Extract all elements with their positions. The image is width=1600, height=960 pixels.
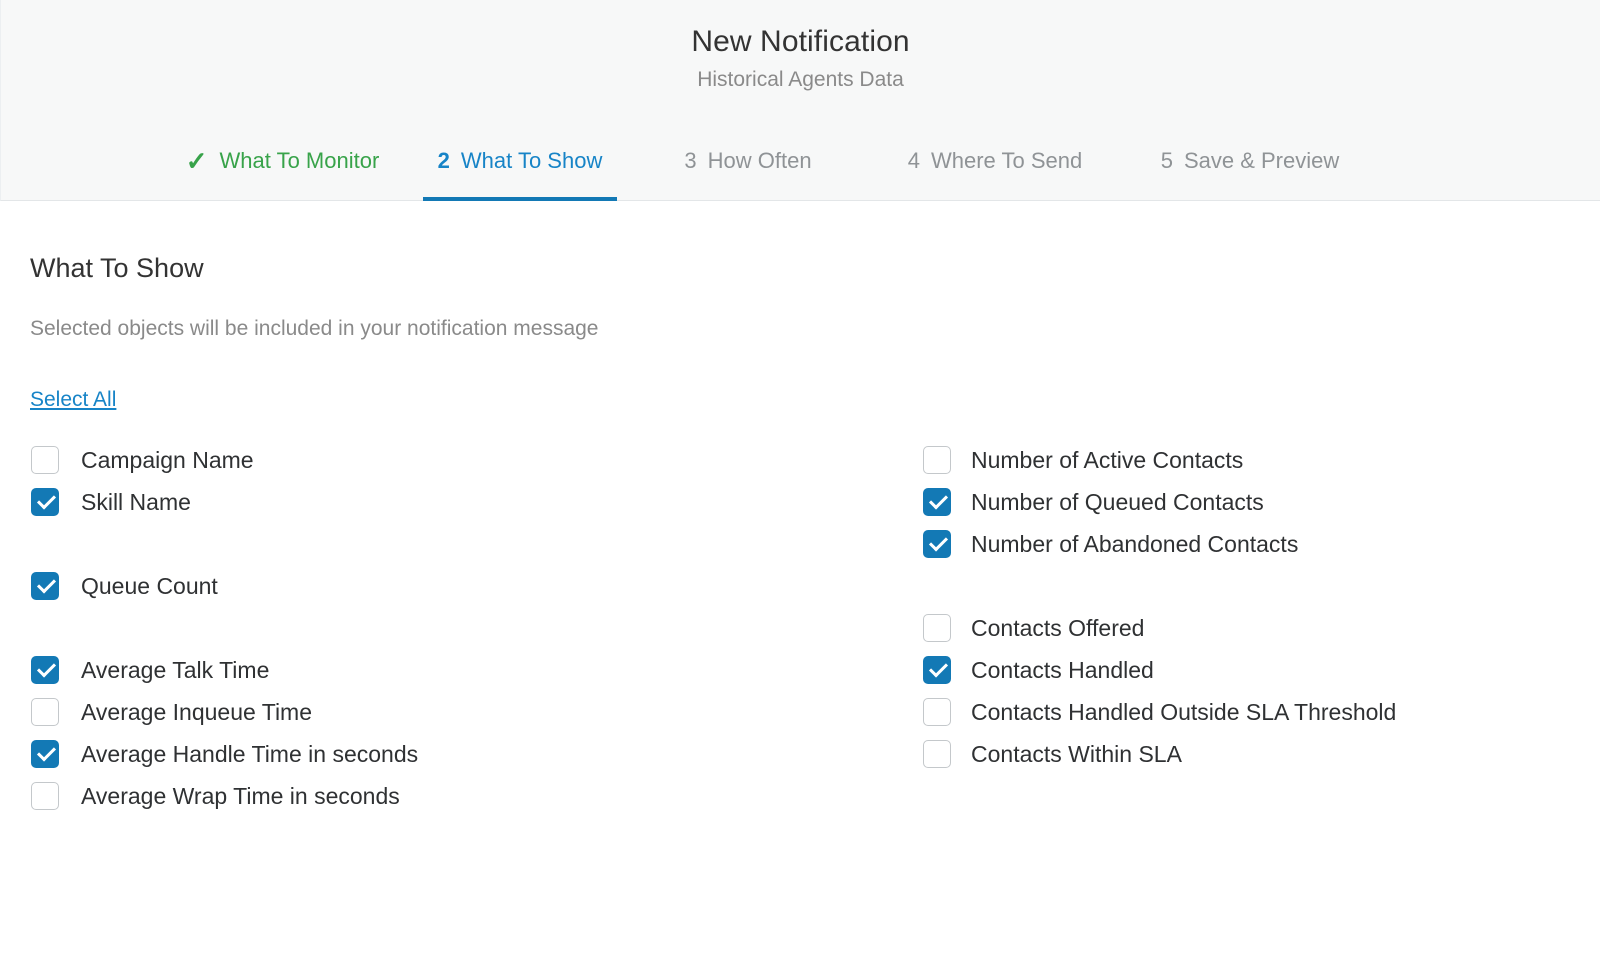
- checkmark-icon: [928, 658, 949, 678]
- checkbox-row-average-talk-time[interactable]: Average Talk Time: [31, 649, 921, 691]
- checkbox-row-queue-count[interactable]: Queue Count: [31, 565, 921, 607]
- checkbox-unchecked-icon[interactable]: [31, 446, 59, 474]
- new-notification-wizard: New Notification Historical Agents Data …: [0, 0, 1600, 960]
- wizard-header: New Notification Historical Agents Data …: [0, 0, 1600, 201]
- checkbox-row-number-of-active-contacts[interactable]: Number of Active Contacts: [923, 439, 1583, 481]
- checkbox-group: Campaign Name Skill Name: [31, 439, 921, 523]
- step-how-often[interactable]: 3 How Often: [626, 122, 870, 200]
- step-number: 3: [684, 148, 697, 173]
- checkbox-label: Contacts Offered: [971, 615, 1145, 641]
- step-label: What To Monitor: [219, 148, 380, 173]
- wizard-step-nav: ✓ What To Monitor 2 What To Show 3 How O…: [1, 122, 1600, 201]
- check-icon: ✓: [185, 146, 208, 176]
- checkbox-row-number-of-abandoned-contacts[interactable]: Number of Abandoned Contacts: [923, 523, 1583, 565]
- checkbox-group: Contacts Offered Contacts Handled Contacts…: [923, 607, 1583, 775]
- checkbox-checked-icon[interactable]: [923, 488, 951, 516]
- checkbox-label: Queue Count: [81, 573, 218, 599]
- checkbox-checked-icon[interactable]: [31, 488, 59, 516]
- checkbox-checked-icon[interactable]: [31, 656, 59, 684]
- checkbox-label: Contacts Within SLA: [971, 741, 1182, 767]
- checkbox-label: Average Wrap Time in seconds: [81, 783, 400, 809]
- checkbox-label: Number of Queued Contacts: [971, 489, 1264, 515]
- checkbox-row-number-of-queued-contacts[interactable]: Number of Queued Contacts: [923, 481, 1583, 523]
- checkbox-label: Contacts Handled Outside SLA Threshold: [971, 699, 1397, 725]
- checkbox-checked-icon[interactable]: [923, 656, 951, 684]
- checkbox-row-average-wrap-time-in-seconds[interactable]: Average Wrap Time in seconds: [31, 775, 921, 817]
- step-label: What To Show: [460, 148, 603, 173]
- step-label: How Often: [707, 148, 812, 173]
- checkbox-label: Average Talk Time: [81, 657, 270, 683]
- step-label: Save & Preview: [1183, 148, 1340, 173]
- step-what-to-show[interactable]: 2 What To Show: [414, 122, 626, 201]
- checkmark-icon: [928, 532, 949, 552]
- checkbox-unchecked-icon[interactable]: [923, 740, 951, 768]
- checkbox-label: Number of Abandoned Contacts: [971, 531, 1299, 557]
- step-number: 2: [437, 148, 450, 173]
- checkbox-label: Campaign Name: [81, 447, 254, 473]
- checkbox-row-contacts-handled[interactable]: Contacts Handled: [923, 649, 1583, 691]
- checkmark-icon: [36, 658, 57, 678]
- left-checkbox-column: Campaign Name Skill Name Queue Count Averag…: [30, 439, 921, 817]
- step-what-to-monitor[interactable]: ✓ What To Monitor: [151, 122, 414, 200]
- select-all-link[interactable]: Select All: [30, 387, 116, 413]
- section-description: Selected objects will be included in you…: [30, 317, 599, 340]
- checkbox-label: Number of Active Contacts: [971, 447, 1244, 473]
- checkbox-unchecked-icon[interactable]: [923, 698, 951, 726]
- checkmark-icon: [36, 490, 57, 510]
- checkbox-row-contacts-handled-outside-sla-threshold[interactable]: Contacts Handled Outside SLA Threshold: [923, 691, 1583, 733]
- checkbox-unchecked-icon[interactable]: [31, 698, 59, 726]
- checkbox-label: Contacts Handled: [971, 657, 1154, 683]
- checkbox-row-skill-name[interactable]: Skill Name: [31, 481, 921, 523]
- checkbox-row-contacts-offered[interactable]: Contacts Offered: [923, 607, 1583, 649]
- page-title: New Notification: [691, 25, 910, 58]
- checkmark-icon: [928, 490, 949, 510]
- step-save-and-preview[interactable]: 5 Save & Preview: [1120, 122, 1380, 200]
- checkbox-unchecked-icon[interactable]: [31, 782, 59, 810]
- checkbox-row-contacts-within-sla[interactable]: Contacts Within SLA: [923, 733, 1583, 775]
- step-number: 5: [1160, 148, 1173, 173]
- checkmark-icon: [36, 574, 57, 594]
- checkbox-group: Queue Count: [31, 565, 921, 607]
- checkbox-unchecked-icon[interactable]: [923, 614, 951, 642]
- step-where-to-send[interactable]: 4 Where To Send: [870, 122, 1120, 200]
- checkbox-checked-icon[interactable]: [31, 740, 59, 768]
- checkbox-label: Average Handle Time in seconds: [81, 741, 419, 767]
- checkbox-label: Skill Name: [81, 489, 191, 515]
- checkbox-checked-icon[interactable]: [923, 530, 951, 558]
- checkbox-row-average-handle-time-in-seconds[interactable]: Average Handle Time in seconds: [31, 733, 921, 775]
- object-selection-columns: Campaign Name Skill Name Queue Count Averag…: [30, 439, 1600, 817]
- checkbox-group: Number of Active Contacts Number of Queue…: [923, 439, 1583, 565]
- checkbox-group: Average Talk Time Average Inqueue Time Ave…: [31, 649, 921, 817]
- section-title: What To Show: [30, 253, 204, 283]
- checkbox-row-campaign-name[interactable]: Campaign Name: [31, 439, 921, 481]
- step-label: Where To Send: [931, 148, 1083, 173]
- step-number: 4: [907, 148, 920, 173]
- checkbox-unchecked-icon[interactable]: [923, 446, 951, 474]
- right-checkbox-column: Number of Active Contacts Number of Queue…: [921, 439, 1583, 817]
- checkbox-row-average-inqueue-time[interactable]: Average Inqueue Time: [31, 691, 921, 733]
- checkmark-icon: [36, 742, 57, 762]
- checkbox-checked-icon[interactable]: [31, 572, 59, 600]
- page-subtitle: Historical Agents Data: [697, 68, 904, 91]
- checkbox-label: Average Inqueue Time: [81, 699, 313, 725]
- wizard-body: What To Show Selected objects will be in…: [0, 201, 1600, 817]
